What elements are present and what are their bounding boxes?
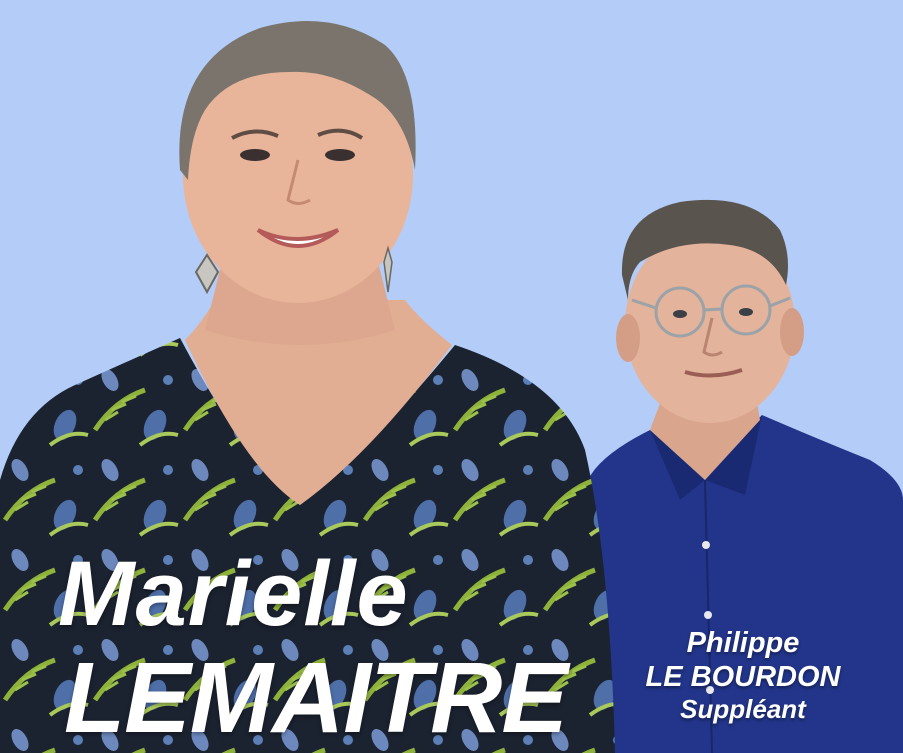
substitute-role: Suppléant [680,694,806,725]
substitute-first-name: Philippe [686,627,800,659]
substitute-last-name: LE BOURDON [645,661,841,694]
candidate-last-name: LEMAITRE [64,642,568,753]
candidate-first-name: Marielle [58,543,409,645]
substitute-caption: Philippe LE BOURDON Suppléant [628,626,858,725]
campaign-poster: Marielle LEMAITRE Philippe LE BOURDON Su… [0,0,903,753]
